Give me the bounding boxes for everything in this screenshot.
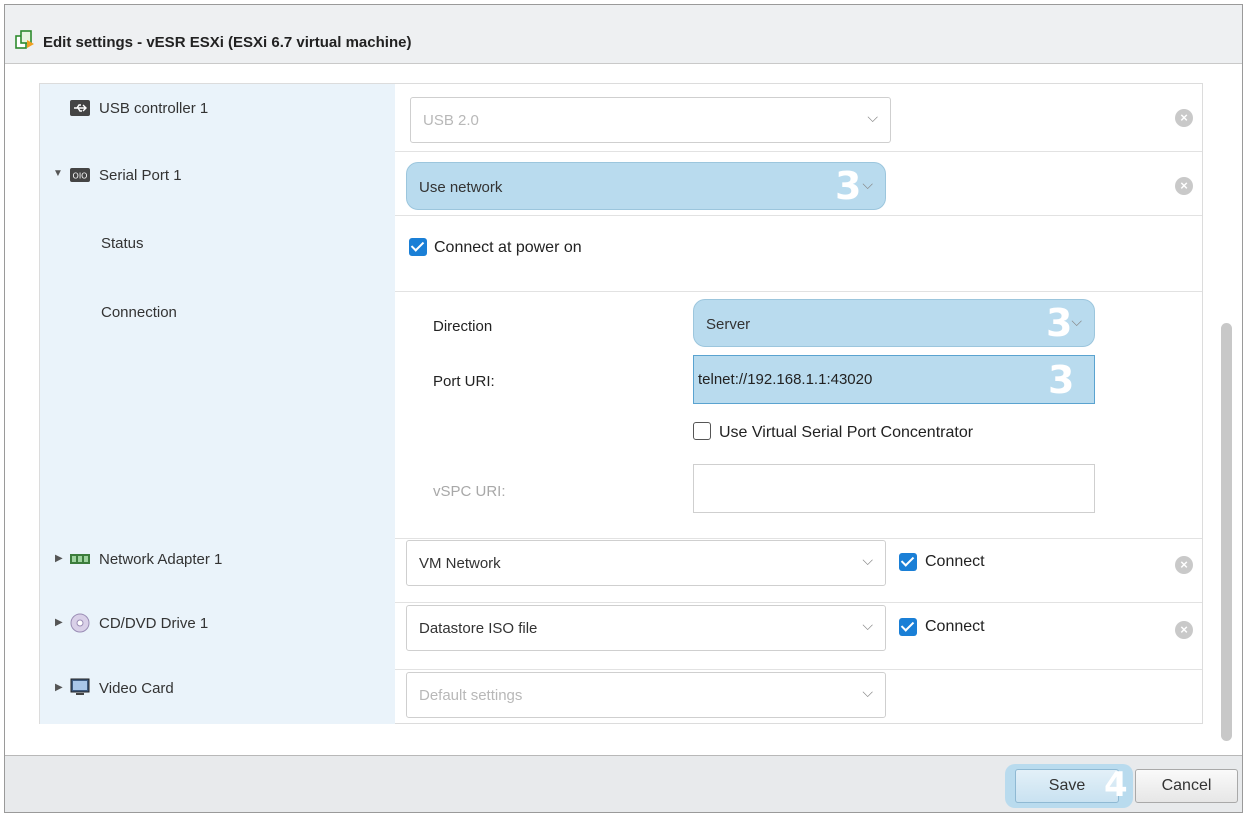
direction-value: Server	[706, 316, 751, 333]
serial-port-type-select[interactable]: Use network 3 ⌵	[406, 162, 886, 210]
port-uri-input[interactable]: telnet://192.168.1.1:43020 3	[693, 355, 1095, 404]
use-vspc-checkbox[interactable]	[693, 422, 711, 440]
usb-version-value: USB 2.0	[423, 112, 479, 129]
cd-dvd-value: Datastore ISO file	[419, 620, 538, 637]
dialog-titlebar: Edit settings - vESR ESXi (ESXi 6.7 virt…	[5, 5, 1242, 64]
network-connect-checkbox[interactable]	[899, 553, 917, 571]
usb-version-select[interactable]: USB 2.0 ⌵	[410, 97, 891, 143]
cancel-button[interactable]: Cancel	[1135, 769, 1238, 803]
network-value: VM Network	[419, 555, 501, 572]
remove-serial-port-icon[interactable]: ×	[1175, 177, 1193, 195]
hardware-row-connection: Connection Direction Server 3 ⌵ Port URI…	[40, 291, 1202, 539]
connect-at-power-on-checkbox[interactable]	[409, 238, 427, 256]
use-vspc-label: Use Virtual Serial Port Concentrator	[719, 424, 974, 441]
remove-network-adapter-icon[interactable]: ×	[1175, 556, 1193, 574]
save-highlight: Save 4	[1005, 764, 1133, 808]
monitor-icon	[70, 678, 90, 695]
save-button-label: Save	[1048, 777, 1086, 794]
edit-settings-dialog: Edit settings - vESR ESXi (ESXi 6.7 virt…	[4, 4, 1243, 813]
direction-label: Direction	[433, 318, 493, 335]
status-label: Status	[101, 235, 144, 252]
hardware-row-video-card: ▶ Video Card Default settings ⌵	[40, 669, 1202, 724]
cd-dvd-connect-checkbox[interactable]	[899, 618, 917, 636]
usb-icon	[70, 100, 90, 116]
expand-caret-icon[interactable]: ▶	[55, 617, 63, 628]
usb-controller-label: USB controller 1	[99, 100, 209, 117]
hardware-list: USB controller 1 USB 2.0 ⌵ × ▼ OIO Seria…	[39, 83, 1203, 724]
network-select[interactable]: VM Network ⌵	[406, 540, 886, 586]
hardware-row-status: Status Connect at power on	[40, 215, 1202, 292]
vspc-uri-label: vSPC URI:	[433, 483, 506, 500]
remove-cd-dvd-icon[interactable]: ×	[1175, 621, 1193, 639]
step-badge: 3	[835, 164, 862, 208]
cd-dvd-label: CD/DVD Drive 1	[99, 615, 209, 632]
connect-at-power-on-label: Connect at power on	[434, 239, 582, 256]
chevron-down-icon: ⌵	[862, 176, 873, 192]
vspc-uri-input[interactable]	[693, 464, 1095, 513]
network-adapter-icon	[70, 554, 90, 564]
chevron-down-icon: ⌵	[862, 552, 873, 568]
step-badge: 3	[1048, 358, 1075, 402]
hardware-row-network-adapter: ▶ Network Adapter 1 VM Network ⌵ Connect…	[40, 538, 1202, 603]
step-badge: 3	[1046, 301, 1073, 345]
collapse-caret-icon[interactable]: ▼	[53, 168, 63, 179]
network-adapter-label: Network Adapter 1	[99, 551, 223, 568]
vertical-scrollbar[interactable]	[1221, 323, 1232, 741]
video-card-label: Video Card	[99, 680, 174, 697]
video-card-value: Default settings	[419, 687, 523, 704]
dialog-title: Edit settings - vESR ESXi (ESXi 6.7 virt…	[43, 34, 412, 51]
chevron-down-icon: ⌵	[862, 617, 873, 633]
cd-dvd-select[interactable]: Datastore ISO file ⌵	[406, 605, 886, 651]
video-card-select[interactable]: Default settings ⌵	[406, 672, 886, 718]
hardware-row-usb-controller: USB controller 1 USB 2.0 ⌵ ×	[40, 84, 1202, 152]
vm-edit-icon	[15, 30, 34, 49]
cancel-button-label: Cancel	[1161, 777, 1212, 794]
step-badge: 4	[1104, 765, 1128, 805]
serial-port-label: Serial Port 1	[99, 167, 182, 184]
hardware-row-cd-dvd: ▶ CD/DVD Drive 1 Datastore ISO file ⌵ Co…	[40, 602, 1202, 670]
direction-select[interactable]: Server 3 ⌵	[693, 299, 1095, 347]
cd-dvd-icon	[70, 613, 90, 633]
expand-caret-icon[interactable]: ▶	[55, 682, 63, 693]
connection-label: Connection	[101, 304, 177, 321]
dialog-footer: Save 4 Cancel	[5, 755, 1242, 812]
hardware-row-serial-port: ▼ OIO Serial Port 1 Use network 3 ⌵ ×	[40, 151, 1202, 216]
expand-caret-icon[interactable]: ▶	[55, 553, 63, 564]
port-uri-label: Port URI:	[433, 373, 495, 390]
port-uri-value: telnet://192.168.1.1:43020	[698, 371, 873, 388]
chevron-down-icon: ⌵	[862, 684, 873, 700]
chevron-down-icon: ⌵	[867, 109, 878, 125]
serial-port-icon: OIO	[70, 168, 90, 182]
cd-dvd-connect-label: Connect	[925, 618, 985, 635]
network-connect-label: Connect	[925, 553, 985, 570]
chevron-down-icon: ⌵	[1071, 313, 1082, 329]
serial-port-type-value: Use network	[419, 179, 503, 196]
svg-text:OIO: OIO	[73, 172, 88, 181]
remove-usb-icon[interactable]: ×	[1175, 109, 1193, 127]
